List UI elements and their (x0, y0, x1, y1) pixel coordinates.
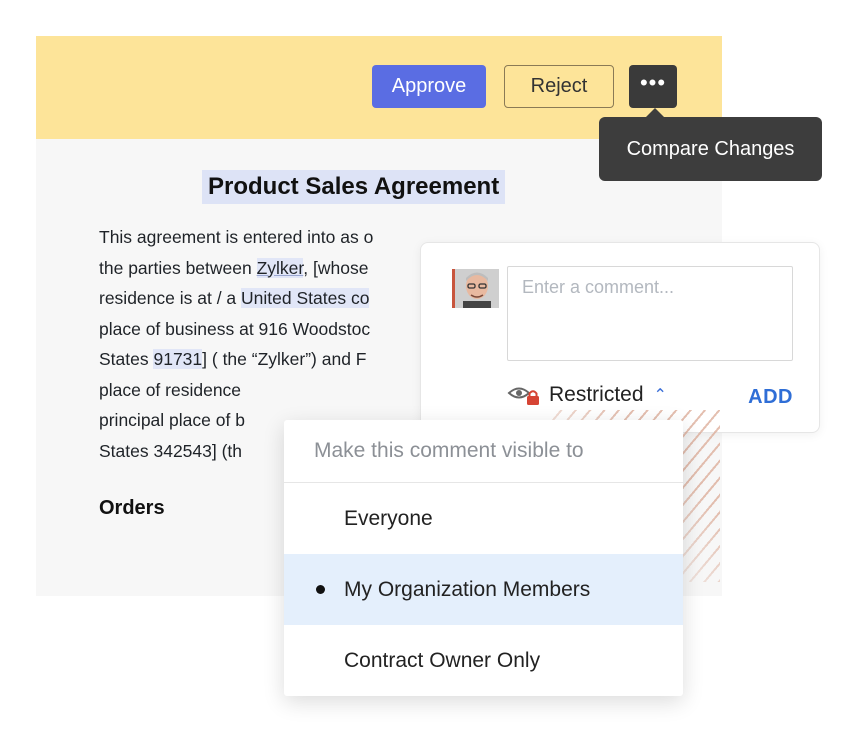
compare-changes-tooltip: Compare Changes (599, 108, 822, 181)
body-line: This agreement is entered into as o (99, 227, 374, 247)
add-comment-button[interactable]: ADD (748, 386, 793, 409)
option-everyone[interactable]: Everyone (284, 483, 683, 554)
body-line: the parties between Zylker, [whose (99, 257, 369, 278)
highlighted-field[interactable]: Zylker (256, 257, 304, 278)
more-options-button[interactable]: ••• (629, 65, 677, 108)
option-contract-owner-only[interactable]: Contract Owner Only (284, 625, 683, 696)
highlighted-field[interactable]: United States co (241, 288, 370, 308)
approve-button[interactable]: Approve (372, 65, 486, 108)
visibility-dropdown: Make this comment visible to Everyone My… (284, 420, 683, 696)
comment-input[interactable] (507, 266, 793, 361)
user-avatar-icon (455, 269, 499, 308)
selected-bullet-icon (316, 585, 325, 594)
visibility-label: Restricted (549, 383, 644, 406)
chevron-up-icon: ⌃ (653, 387, 667, 404)
body-line: residence is at / a United States co (99, 288, 370, 308)
reject-button[interactable]: Reject (504, 65, 614, 108)
dropdown-header: Make this comment visible to (284, 420, 683, 483)
section-heading-orders: Orders (99, 497, 165, 519)
document-title: Product Sales Agreement (202, 170, 506, 204)
option-my-organization-members[interactable]: My Organization Members (284, 554, 683, 625)
more-dots-icon: ••• (639, 69, 667, 95)
eye-lock-icon (507, 387, 539, 405)
highlighted-field[interactable]: 91731 (153, 349, 203, 369)
body-line: States 91731] ( the “Zylker”) and F (99, 349, 367, 369)
comment-panel: Restricted ⌃ ADD (420, 242, 820, 433)
visibility-toggle[interactable]: Restricted ⌃ (507, 383, 667, 407)
body-line: place of residence (99, 379, 242, 400)
avatar (452, 269, 499, 308)
body-line: place of business at 916 Woodstoc (99, 318, 371, 339)
